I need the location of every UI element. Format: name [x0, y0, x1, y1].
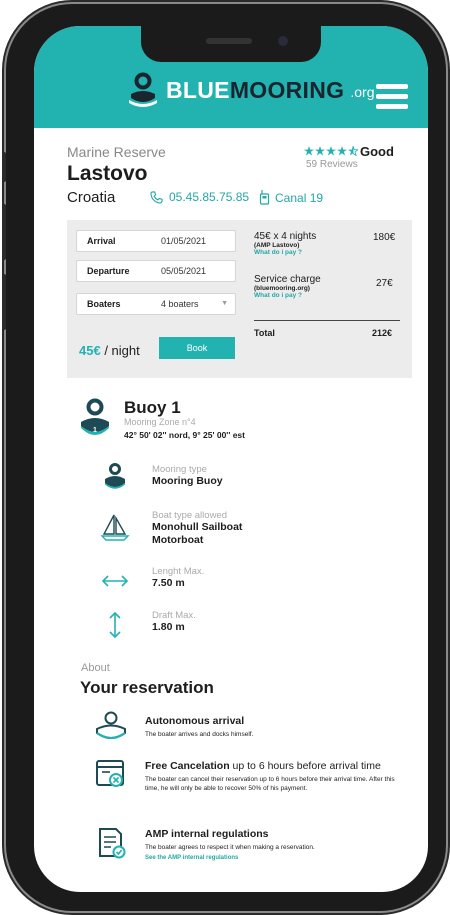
rating-stars: [304, 145, 360, 159]
about-label: About: [81, 662, 110, 674]
place-name: Lastovo: [67, 162, 148, 185]
booking-panel: Arrival 01/05/2021 Departure 05/05/2021 …: [67, 220, 412, 378]
brand-name-blue: BLUE: [166, 76, 230, 103]
place-country: Croatia: [67, 189, 116, 206]
feature-autonomous-arrival: Autonomous arrival The boater arrives an…: [145, 715, 253, 739]
about-title: Your reservation: [80, 678, 214, 697]
length-arrow-icon: [101, 575, 129, 587]
brand-name-mooring: MOORING: [229, 76, 345, 103]
draft-label: Draft Max.: [152, 610, 196, 621]
service-summary: Service charge (bluemooring.org) What do…: [254, 274, 321, 299]
arrival-label: Arrival: [87, 236, 116, 246]
feature-3-title: AMP internal regulations: [145, 828, 269, 840]
boaters-select[interactable]: Boaters 4 boaters ▼: [76, 293, 236, 315]
canal-info: Canal 19: [259, 190, 323, 205]
speaker: [206, 38, 252, 44]
screen: BLUEMOORING .org Marine Reserve Lastovo …: [34, 26, 428, 892]
buoy-number: 1: [93, 427, 97, 434]
boaters-label: Boaters: [87, 299, 121, 309]
total-amount: 212€: [372, 328, 393, 338]
draft-arrow-icon: [109, 611, 121, 639]
sailboat-icon: [100, 514, 130, 541]
departure-label: Departure: [87, 266, 130, 276]
feature-2-title-rest: up to 6 hours before arrival time: [229, 760, 381, 772]
spec-draft: Draft Max. 1.80 m: [152, 610, 196, 634]
service-line: Service charge: [254, 274, 321, 285]
feature-amp-regulations: AMP internal regulations The boater agre…: [145, 828, 403, 861]
feature-3-desc: The boater agrees to respect it when mak…: [145, 844, 315, 851]
book-button[interactable]: Book: [159, 337, 235, 359]
feature-free-cancelation: Free Cancelation up to 6 hours before ar…: [145, 760, 403, 793]
boat-type-label: Boat type allowed: [152, 510, 227, 521]
buoy-title: Buoy 1: [124, 398, 181, 417]
phone-number: 05.45.85.75.85: [169, 190, 250, 204]
feature-1-title: Autonomous arrival: [145, 715, 245, 727]
regulations-doc-icon: [99, 828, 126, 859]
hamburger-menu-icon[interactable]: [376, 84, 408, 110]
service-amount: 27€: [376, 278, 393, 289]
arrival-field[interactable]: Arrival 01/05/2021: [76, 230, 236, 252]
draft-value: 1.80 m: [152, 621, 185, 633]
buoy-coords: 42° 50' 02'' nord, 9° 25' 00'' est: [124, 430, 245, 440]
total-label: Total: [254, 328, 275, 338]
volume-up-button: [2, 204, 6, 260]
summary-divider: [254, 320, 400, 321]
spec-mooring-type: Mooring type Mooring Buoy: [152, 464, 223, 488]
canal-number: Canal 19: [275, 190, 324, 205]
departure-value: 05/05/2021: [161, 266, 207, 276]
nights-amount: 180€: [373, 232, 396, 243]
amp-regulations-link[interactable]: See the AMP internal regulations: [145, 855, 403, 861]
departure-field[interactable]: Departure 05/05/2021: [76, 260, 236, 282]
phone-frame: BLUEMOORING .org Marine Reserve Lastovo …: [2, 4, 446, 911]
price-value: 45€: [79, 343, 101, 358]
rating-word: Good: [360, 144, 394, 159]
nights-sub: (AMP Lastovo): [254, 242, 300, 249]
chevron-down-icon: ▼: [221, 300, 228, 307]
autonomous-arrival-icon: [96, 711, 126, 739]
phone-icon: [150, 190, 163, 204]
feature-2-title-bold: Free Cancelation: [145, 760, 230, 772]
service-info-link[interactable]: What do i pay ?: [254, 292, 321, 299]
nights-info-link[interactable]: What do i pay ?: [254, 249, 316, 256]
mooring-type-value: Mooring Buoy: [152, 475, 223, 487]
length-value: 7.50 m: [152, 577, 185, 589]
radio-icon: [259, 190, 270, 205]
feature-1-desc: The boater arrives and docks himself.: [145, 731, 254, 738]
feature-2-desc: The boater can cancel their reservation …: [145, 776, 395, 792]
price-unit: / night: [104, 343, 140, 358]
length-label: Lenght Max.: [152, 566, 205, 577]
volume-down-button: [2, 274, 6, 330]
mooring-buoy-icon: [105, 463, 125, 489]
camera: [278, 36, 288, 46]
logo[interactable]: BLUEMOORING .org: [128, 72, 374, 108]
spec-boat-type: Boat type allowed Monohull Sailboat Moto…: [152, 510, 242, 547]
place-type: Marine Reserve: [67, 144, 166, 160]
nights-line: 45€ x 4 nights: [254, 231, 317, 242]
service-sub: (bluemooring.org): [254, 285, 310, 292]
boat-type-value-2: Motorboat: [152, 534, 204, 546]
spec-length: Lenght Max. 7.50 m: [152, 566, 204, 590]
mute-switch: [2, 152, 6, 182]
boat-type-value-1: Monohull Sailboat: [152, 521, 243, 533]
boaters-value: 4 boaters: [161, 299, 199, 309]
buoy-zone: Mooring Zone n°4: [124, 417, 196, 427]
nights-summary: 45€ x 4 nights (AMP Lastovo) What do i p…: [254, 231, 316, 256]
phone-link[interactable]: 05.45.85.75.85: [150, 190, 249, 204]
brand-tld: .org: [350, 84, 375, 100]
notch: [141, 26, 321, 62]
buoy-logo-icon: [129, 72, 157, 107]
reviews-count[interactable]: 59 Reviews: [306, 159, 358, 170]
calendar-cancel-icon: [96, 760, 124, 787]
buoy-icon: 1: [81, 398, 109, 435]
mooring-type-label: Mooring type: [152, 464, 207, 475]
price-per-night: 45€ / night: [79, 343, 140, 358]
brand-name: BLUEMOORING: [166, 77, 344, 104]
arrival-value: 01/05/2021: [161, 236, 207, 246]
star-icon: [304, 145, 360, 157]
